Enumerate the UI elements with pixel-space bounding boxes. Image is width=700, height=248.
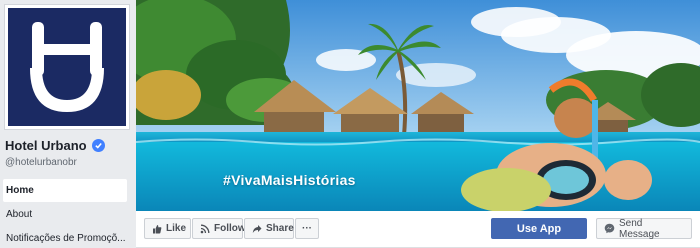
more-dots-icon: ··· — [302, 223, 312, 234]
thumbs-up-icon — [152, 224, 162, 234]
messenger-icon — [604, 223, 615, 234]
follow-button[interactable]: Follow — [192, 218, 246, 239]
share-button[interactable]: Share — [244, 218, 294, 239]
like-label: Like — [166, 223, 187, 234]
share-label: Share — [266, 223, 294, 234]
nav-item-about[interactable]: About — [0, 203, 130, 226]
page-nav: Home About Notificações de Promoçõ... — [0, 179, 130, 248]
cover-scene-illustration — [136, 0, 700, 211]
like-button[interactable]: Like — [144, 218, 191, 239]
more-options-button[interactable]: ··· — [295, 218, 319, 239]
facebook-page: Hotel Urbano @hotelurbanobr Home About N… — [0, 0, 700, 248]
page-action-bar: Like Follow Share ··· Use App Send Messa… — [136, 211, 700, 248]
cover-hashtag: #VivaMaisHistórias — [223, 172, 356, 188]
nav-item-promotions[interactable]: Notificações de Promoçõ... — [0, 227, 130, 248]
hotel-urbano-logo — [8, 8, 126, 126]
send-message-button[interactable]: Send Message — [596, 217, 692, 240]
send-message-label: Send Message — [619, 217, 660, 240]
nav-item-home[interactable]: Home — [3, 179, 127, 202]
page-name-text[interactable]: Hotel Urbano — [5, 138, 87, 153]
page-handle: @hotelurbanobr — [5, 157, 77, 168]
profile-picture[interactable] — [4, 4, 130, 130]
follow-label: Follow — [214, 223, 246, 234]
verified-badge-icon — [91, 139, 105, 152]
left-column: Hotel Urbano @hotelurbanobr Home About N… — [0, 0, 136, 248]
cover-photo[interactable]: #VivaMaisHistórias — [136, 0, 700, 211]
page-name[interactable]: Hotel Urbano — [5, 138, 105, 153]
follow-rss-icon — [200, 224, 210, 234]
share-arrow-icon — [252, 224, 262, 234]
use-app-button[interactable]: Use App — [491, 218, 587, 239]
